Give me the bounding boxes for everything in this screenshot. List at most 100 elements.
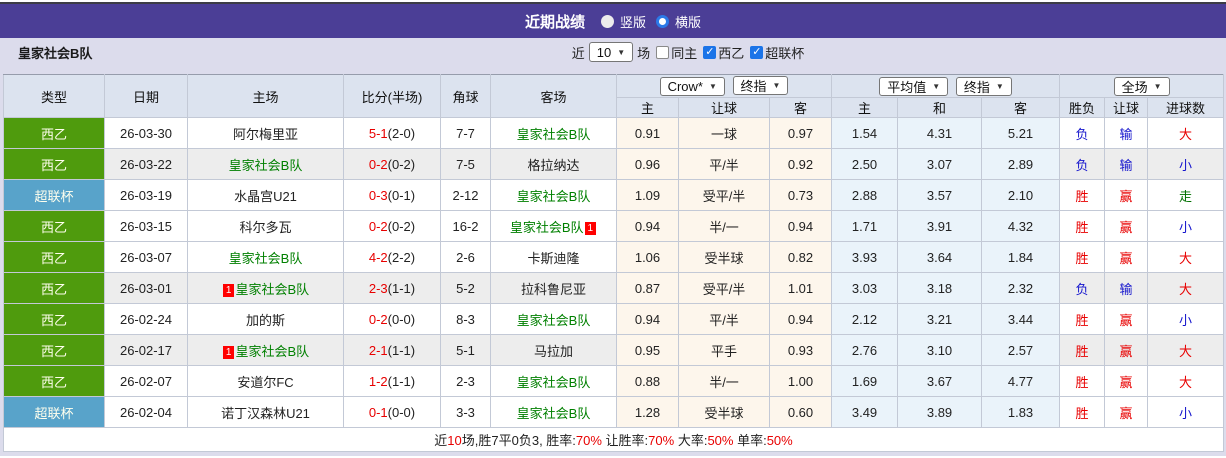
home-team-name: 皇家社会B队 bbox=[235, 343, 310, 359]
home-team-cell[interactable]: 水晶宫U21 bbox=[187, 179, 344, 211]
handicap-away-odds: 0.94 bbox=[768, 303, 833, 335]
panel-title: 近期战绩 bbox=[524, 13, 585, 31]
filter-controls: 近 10 ▼ 场 同主 西乙 超联杯 bbox=[572, 42, 804, 62]
radio-icon[interactable] bbox=[600, 14, 614, 28]
avg-home-odds: 1.71 bbox=[831, 210, 899, 242]
away-team-cell[interactable]: 皇家社会B队 1 bbox=[490, 210, 617, 242]
league-badge: 西乙 bbox=[3, 365, 105, 397]
date-cell: 26-02-24 bbox=[104, 303, 188, 335]
average-select[interactable]: 平均值 ▼ bbox=[879, 76, 949, 96]
average-value: 平均值 bbox=[887, 79, 927, 95]
score-cell: 0-1(0-0) bbox=[343, 396, 441, 428]
avg-draw-odds: 4.31 bbox=[897, 117, 983, 149]
avg-away-odds: 1.84 bbox=[981, 241, 1061, 273]
filter-bar: 皇家社会B队 近 10 ▼ 场 同主 西乙 超联杯 bbox=[0, 38, 1226, 66]
away-team-name: 皇家社会B队 bbox=[516, 405, 591, 421]
avg-away-odds: 1.83 bbox=[981, 396, 1061, 428]
radio-selected-icon[interactable] bbox=[656, 14, 669, 28]
home-team-cell[interactable]: 加的斯 bbox=[187, 303, 344, 335]
checkbox-icon[interactable] bbox=[750, 45, 764, 59]
away-team-cell[interactable]: 皇家社会B队 bbox=[490, 117, 617, 149]
handicap-line: 受半球 bbox=[678, 241, 770, 273]
halftime-score: (2-2) bbox=[387, 249, 416, 265]
home-team-cell[interactable]: 诺丁汉森林U21 bbox=[187, 396, 344, 428]
match-count-select[interactable]: 10 ▼ bbox=[588, 42, 634, 62]
home-team-cell[interactable]: 阿尔梅里亚 bbox=[187, 117, 344, 149]
result-cell: 胜 bbox=[1059, 179, 1106, 211]
home-team-name: 诺丁汉森林U21 bbox=[221, 405, 310, 421]
home-team-cell[interactable]: 安道尔FC bbox=[187, 365, 344, 397]
goals-result-cell: 小 bbox=[1147, 148, 1225, 180]
home-team-cell[interactable]: 皇家社会B队 bbox=[187, 148, 344, 180]
league-badge: 西乙 bbox=[3, 241, 105, 273]
match-count-value: 10 bbox=[596, 44, 612, 60]
handicap-away-odds: 0.93 bbox=[768, 334, 833, 366]
halftime-score: (0-0) bbox=[387, 311, 416, 327]
corner-cell: 7-7 bbox=[440, 117, 491, 149]
checkbox-label: 西乙 bbox=[718, 45, 745, 61]
avg-away-odds: 4.77 bbox=[981, 365, 1061, 397]
home-team-name: 水晶宫U21 bbox=[234, 188, 297, 204]
sub-handicap: 让球 bbox=[678, 97, 770, 118]
result-cell: 负 bbox=[1059, 117, 1106, 149]
table-row: 西乙 26-02-07 安道尔FC 1-2(1-1) 2-3 皇家社会B队 0.… bbox=[3, 365, 1225, 397]
away-team-cell[interactable]: 皇家社会B队 bbox=[490, 303, 617, 335]
league-filter-laliga2[interactable]: 西乙 bbox=[703, 43, 744, 62]
home-team-cell[interactable]: 皇家社会B队 bbox=[187, 241, 344, 273]
avg-home-odds: 2.12 bbox=[831, 303, 899, 335]
handicap-line: 平手 bbox=[678, 334, 770, 366]
handicap-home-odds: 1.06 bbox=[616, 241, 679, 273]
goals-result-cell: 小 bbox=[1147, 396, 1225, 428]
radio-label: 竖版 bbox=[619, 14, 646, 30]
avg-draw-odds: 3.07 bbox=[897, 148, 983, 180]
recent-label: 近 bbox=[571, 45, 585, 61]
average-stage-select[interactable]: 终指 ▼ bbox=[955, 76, 1012, 96]
avg-home-odds: 2.50 bbox=[831, 148, 899, 180]
checkbox-icon[interactable] bbox=[656, 45, 670, 59]
home-team-cell[interactable]: 科尔多瓦 bbox=[187, 210, 344, 242]
avg-draw-odds: 3.21 bbox=[897, 303, 983, 335]
same-home-filter[interactable]: 同主 bbox=[656, 43, 697, 62]
scope-select[interactable]: 全场 ▼ bbox=[1113, 76, 1170, 96]
layout-radio-horizontal[interactable]: 横版 bbox=[656, 12, 701, 31]
goals-result-cell: 大 bbox=[1147, 365, 1225, 397]
checkbox-icon[interactable] bbox=[703, 45, 717, 59]
away-team-cell[interactable]: 皇家社会B队 bbox=[490, 365, 617, 397]
bookmaker-dropdown-cell: Crow* ▼ 终指 ▼ bbox=[615, 74, 833, 98]
away-team-cell[interactable]: 格拉纳达 bbox=[490, 148, 617, 180]
avg-home-odds: 3.03 bbox=[831, 272, 899, 304]
result-cell: 胜 bbox=[1059, 210, 1106, 242]
handicap-away-odds: 1.01 bbox=[768, 272, 833, 304]
scope-value: 全场 bbox=[1121, 79, 1148, 95]
layout-radio-vertical[interactable]: 竖版 bbox=[600, 12, 646, 31]
handicap-away-odds: 0.92 bbox=[768, 148, 833, 180]
score-cell: 1-2(1-1) bbox=[343, 365, 441, 397]
home-team-cell[interactable]: 1 皇家社会B队 bbox=[187, 334, 344, 366]
away-team-cell[interactable]: 卡斯迪隆 bbox=[490, 241, 617, 273]
handicap-home-odds: 0.94 bbox=[616, 303, 679, 335]
home-team-cell[interactable]: 1 皇家社会B队 bbox=[187, 272, 344, 304]
result-cell: 负 bbox=[1059, 148, 1106, 180]
away-team-name: 皇家社会B队 bbox=[509, 219, 584, 235]
score-cell: 5-1(2-0) bbox=[343, 117, 441, 149]
fulltime-score: 5-1 bbox=[368, 125, 388, 141]
league-filter-premier-cup[interactable]: 超联杯 bbox=[750, 43, 804, 62]
corner-cell: 3-3 bbox=[440, 396, 491, 428]
away-team-cell[interactable]: 皇家社会B队 bbox=[490, 396, 617, 428]
sub-away-odds: 客 bbox=[768, 97, 833, 118]
col-corner: 角球 bbox=[440, 74, 491, 118]
scope-dropdown-cell: 全场 ▼ bbox=[1059, 74, 1225, 98]
away-team-cell[interactable]: 马拉加 bbox=[490, 334, 617, 366]
away-team-cell[interactable]: 拉科鲁尼亚 bbox=[490, 272, 617, 304]
goals-result-cell: 大 bbox=[1147, 272, 1225, 304]
handicap-line: 半/一 bbox=[678, 365, 770, 397]
goals-result-cell: 走 bbox=[1147, 179, 1225, 211]
bookmaker-stage-select[interactable]: 终指 ▼ bbox=[732, 76, 789, 95]
halftime-score: (1-1) bbox=[387, 280, 416, 296]
away-team-cell[interactable]: 皇家社会B队 bbox=[490, 179, 617, 211]
date-cell: 26-03-30 bbox=[104, 117, 188, 149]
results-table-wrap: 类型 日期 主场 比分(半场) 角球 客场 Crow* ▼ 终指 ▼ 平均值 ▼ 终指… bbox=[0, 66, 1226, 452]
handicap-line: 受半球 bbox=[678, 396, 770, 428]
bookmaker-select[interactable]: Crow* ▼ bbox=[659, 77, 725, 96]
date-cell: 26-03-19 bbox=[104, 179, 188, 211]
